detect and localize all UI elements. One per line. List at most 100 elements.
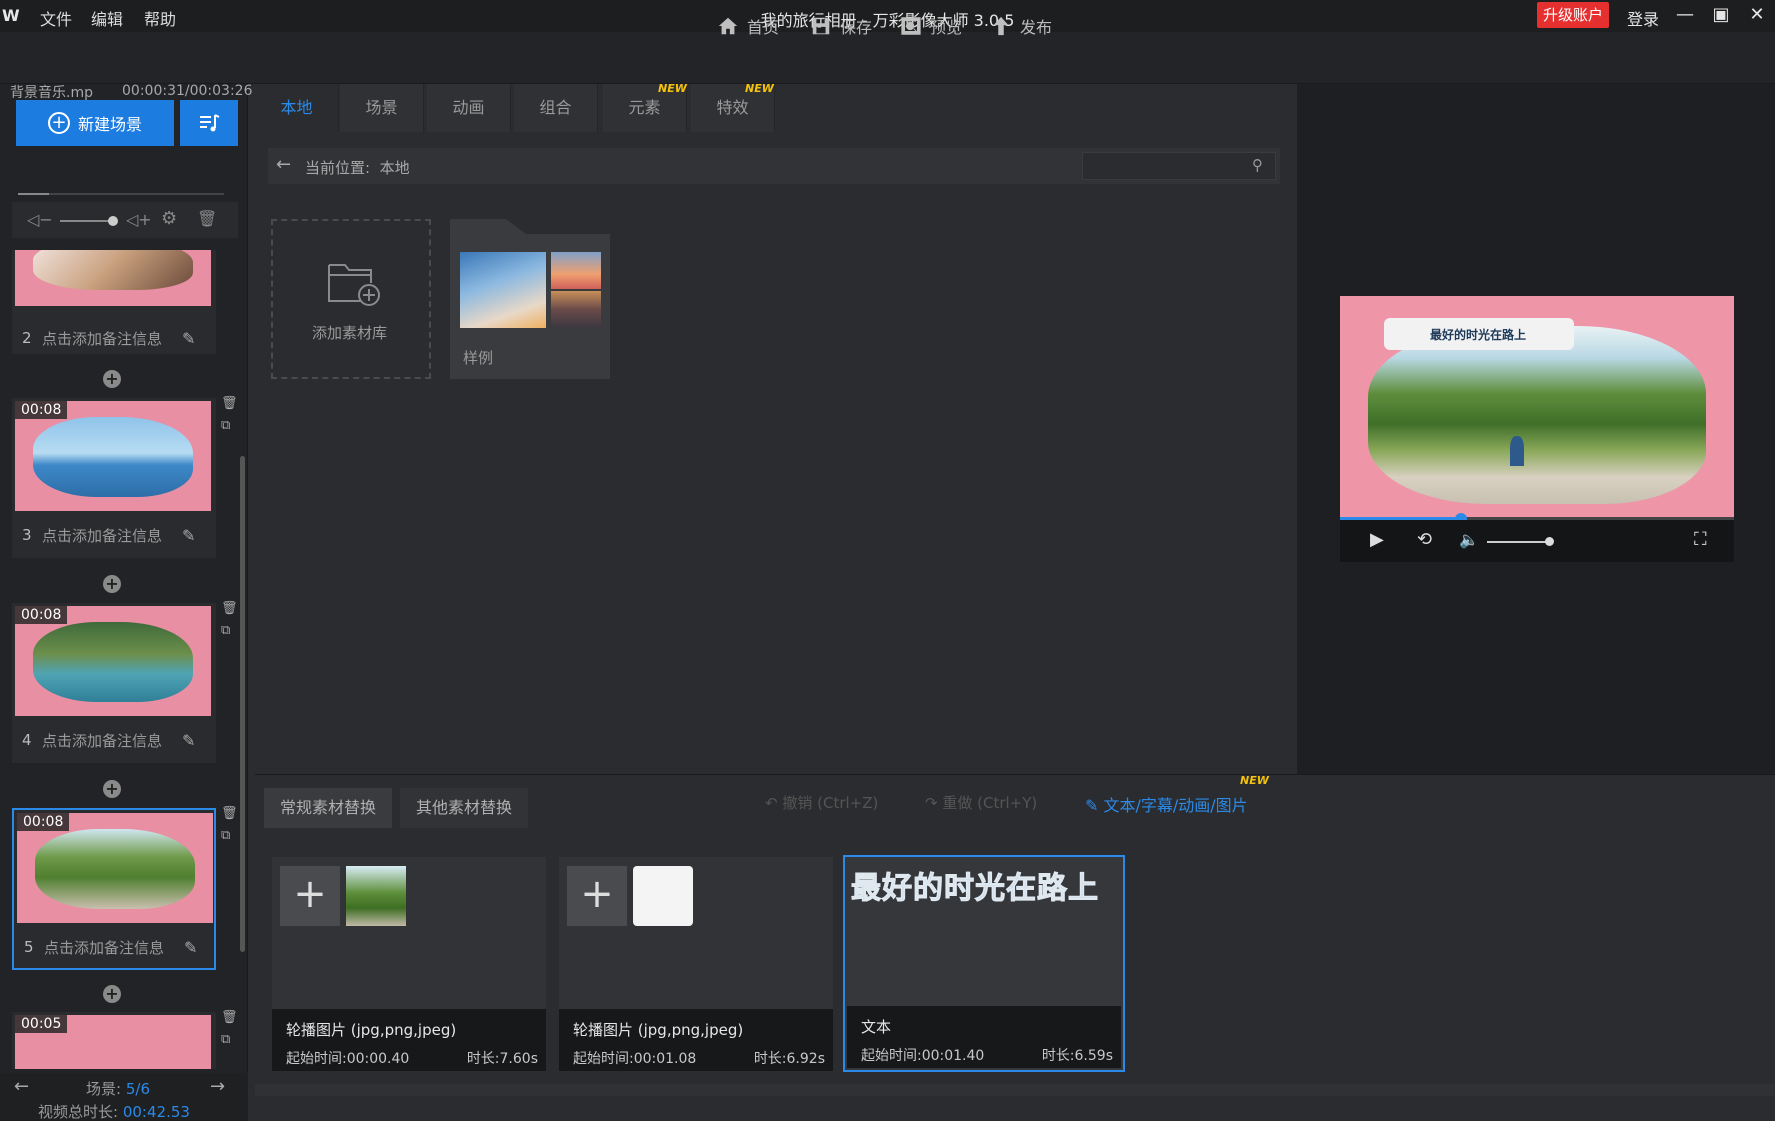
undo-label: 撤销 (Ctrl+Z): [782, 794, 879, 812]
preview-button[interactable]: 预览: [900, 12, 962, 40]
scene-count-label: 场景:: [86, 1080, 122, 1098]
scene-note[interactable]: 点击添加备注信息: [44, 937, 164, 958]
material-info: 文本 起始时间:00:01.40 时长:6.59s: [847, 1006, 1121, 1068]
new-badge: NEW: [1240, 774, 1269, 787]
new-badge: NEW: [658, 82, 687, 95]
material-card-3[interactable]: 最好的时光在路上 文本 起始时间:00:01.40 时长:6.59s: [843, 855, 1125, 1072]
replay-icon[interactable]: ⟲: [1417, 529, 1432, 550]
minimize-icon[interactable]: —: [1673, 3, 1697, 27]
duration-badge: 00:08: [15, 401, 68, 419]
close-icon[interactable]: ✕: [1745, 3, 1769, 27]
material-text-preview: 最好的时光在路上: [851, 871, 1099, 907]
preview-person: [1510, 436, 1524, 466]
fullscreen-icon[interactable]: ⛶: [1694, 529, 1707, 550]
material-start: 起始时间:00:01.40: [861, 1048, 985, 1064]
new-scene-button[interactable]: + 新建场景: [16, 100, 174, 146]
breadcrumb: 当前位置: 本地: [305, 157, 410, 178]
login-button[interactable]: 登录: [1627, 6, 1659, 30]
delete-scene-icon[interactable]: 🗑: [221, 806, 238, 821]
preview-canvas: 最好的时光在路上: [1340, 296, 1734, 520]
copy-scene-icon[interactable]: ⧉: [221, 623, 230, 638]
scene-card-6[interactable]: 00:05: [12, 1012, 216, 1069]
material-thumbnail[interactable]: [346, 866, 406, 926]
volume-down-icon[interactable]: ◁−: [27, 210, 53, 229]
material-thumbnail[interactable]: [633, 866, 693, 926]
redo-button[interactable]: ↷ 重做 (Ctrl+Y): [925, 792, 1037, 813]
material-duration: 时长:6.92s: [753, 1051, 825, 1067]
tab-local[interactable]: 本地: [255, 84, 339, 132]
scene-card-3[interactable]: 00:08 3 点击添加备注信息 ✎: [12, 398, 216, 558]
add-library-label: 添加素材库: [312, 324, 388, 342]
material-duration: 时长:6.59s: [1041, 1048, 1113, 1064]
edit-icon[interactable]: ✎: [182, 329, 195, 348]
back-arrow-icon[interactable]: ←: [276, 154, 291, 175]
home-icon: [718, 17, 738, 35]
material-card-2[interactable]: + 轮播图片 (jpg,png,jpeg) 起始时间:00:01.08 时长:6…: [559, 857, 833, 1071]
delete-scene-icon[interactable]: 🗑: [221, 601, 238, 616]
material-start: 起始时间:00:01.08: [573, 1051, 697, 1067]
add-scene-icon[interactable]: +: [103, 780, 121, 798]
search-icon[interactable]: ⚲: [1252, 156, 1263, 174]
add-material-icon[interactable]: +: [567, 866, 627, 926]
undo-button[interactable]: ↶ 撤销 (Ctrl+Z): [765, 792, 878, 813]
next-scene-icon[interactable]: →: [210, 1076, 225, 1097]
add-scene-icon[interactable]: +: [103, 370, 121, 388]
add-library-button[interactable]: [271, 219, 431, 379]
material-card-1[interactable]: + 轮播图片 (jpg,png,jpeg) 起始时间:00:00.40 时长:7…: [272, 857, 546, 1071]
settings-icon[interactable]: ⚙: [161, 208, 177, 229]
duration-badge: 00:08: [15, 606, 68, 624]
upgrade-button[interactable]: 升级账户: [1537, 2, 1609, 28]
material-duration: 时长:7.60s: [466, 1051, 538, 1067]
add-scene-icon[interactable]: +: [103, 575, 121, 593]
copy-scene-icon[interactable]: ⧉: [221, 1032, 230, 1047]
tab-scene[interactable]: 场景: [340, 84, 424, 132]
tab-regular-replace[interactable]: 常规素材替换: [264, 788, 393, 828]
music-progress-fill: [18, 193, 49, 195]
save-button[interactable]: 保存: [810, 12, 872, 40]
home-button[interactable]: 首页: [717, 12, 779, 40]
preview-volume-knob[interactable]: [1545, 537, 1554, 546]
prev-scene-icon[interactable]: ←: [14, 1076, 29, 1097]
volume-icon[interactable]: 🔈: [1459, 530, 1479, 549]
text-subtitle-label: 文本/字幕/动画/图片: [1103, 796, 1248, 815]
material-title: 轮播图片 (jpg,png,jpeg): [573, 1021, 744, 1039]
edit-icon[interactable]: ✎: [182, 731, 195, 750]
scene-note[interactable]: 点击添加备注信息: [42, 730, 162, 751]
scene-list-button[interactable]: [180, 100, 238, 146]
add-scene-icon[interactable]: +: [103, 985, 121, 1003]
preview-icon: [901, 17, 921, 35]
material-title: 轮播图片 (jpg,png,jpeg): [286, 1021, 457, 1039]
add-material-icon[interactable]: +: [280, 866, 340, 926]
edit-icon[interactable]: ✎: [184, 938, 197, 957]
scene-note[interactable]: 点击添加备注信息: [42, 328, 162, 349]
preview-photo: [1368, 326, 1706, 504]
edit-icon[interactable]: ✎: [182, 526, 195, 545]
search-input[interactable]: [1082, 152, 1276, 180]
volume-up-icon[interactable]: ◁+: [126, 210, 152, 229]
play-icon[interactable]: ▶: [1370, 529, 1384, 550]
maximize-icon[interactable]: ▣: [1709, 3, 1733, 27]
tab-other-replace[interactable]: 其他素材替换: [400, 788, 529, 828]
delete-scene-icon[interactable]: 🗑: [221, 396, 238, 411]
tab-animation[interactable]: 动画: [427, 84, 511, 132]
material-scrollbar[interactable]: [255, 1084, 1775, 1096]
sample-label: 样例: [463, 349, 494, 367]
copy-scene-icon[interactable]: ⧉: [221, 828, 230, 843]
publish-button[interactable]: 发布: [990, 12, 1052, 40]
tab-combo[interactable]: 组合: [514, 84, 598, 132]
scene-card-2[interactable]: 2 点击添加备注信息 ✎: [12, 250, 216, 354]
volume-knob[interactable]: [108, 216, 118, 226]
delete-scene-icon[interactable]: 🗑: [221, 1010, 238, 1025]
delete-music-icon[interactable]: 🗑: [197, 209, 217, 228]
preview-volume-slider[interactable]: [1487, 541, 1549, 543]
scene-card-5[interactable]: 00:08 5 点击添加备注信息 ✎: [12, 808, 216, 970]
text-subtitle-button[interactable]: ✎ 文本/字幕/动画/图片: [1085, 792, 1248, 816]
home-label: 首页: [747, 18, 780, 37]
scene-note[interactable]: 点击添加备注信息: [42, 525, 162, 546]
copy-scene-icon[interactable]: ⧉: [221, 418, 230, 433]
music-progress[interactable]: [18, 193, 224, 195]
scene-card-4[interactable]: 00:08 4 点击添加备注信息 ✎: [12, 603, 216, 763]
duration-badge: 00:05: [15, 1015, 68, 1033]
music-name: 背景音乐.mp: [10, 85, 93, 101]
scene-scrollbar[interactable]: [240, 456, 245, 952]
